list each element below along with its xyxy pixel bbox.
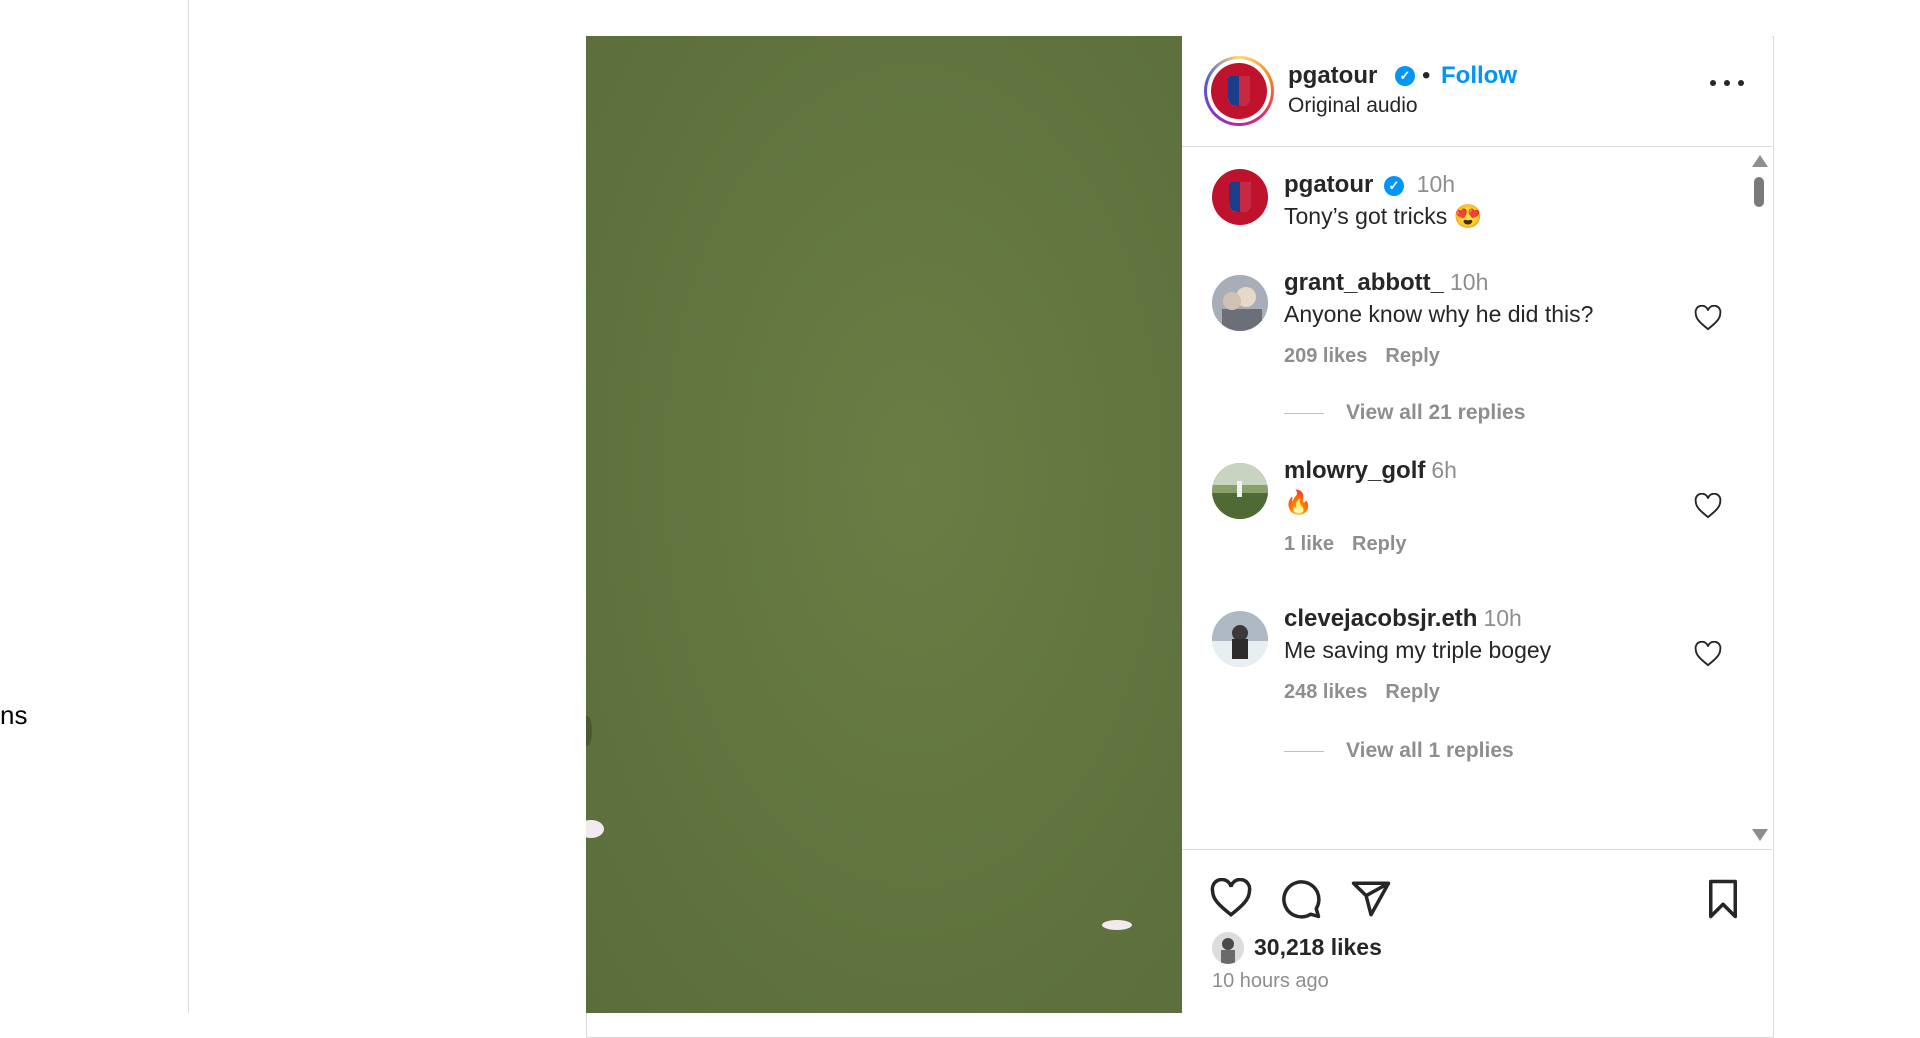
reply-button[interactable]: Reply: [1352, 533, 1406, 555]
replies-divider: [1284, 750, 1324, 752]
post-actions: 30,218 likes 10 hours ago: [1182, 850, 1772, 1013]
commenter-avatar[interactable]: [1212, 275, 1268, 331]
author-username[interactable]: pgatour: [1288, 62, 1377, 90]
separator-dot: •: [1422, 62, 1431, 89]
golf-ball-right: [1102, 920, 1132, 930]
heart-icon[interactable]: [1694, 305, 1722, 331]
comments-scrollbar[interactable]: [1750, 147, 1768, 849]
commenter-avatar[interactable]: [1212, 463, 1268, 519]
scroll-up-arrow-icon[interactable]: [1752, 155, 1768, 167]
comment-likes[interactable]: 248 likes: [1284, 681, 1367, 703]
view-replies-label: View all 21 replies: [1346, 401, 1526, 424]
commenter-username[interactable]: grant_abbott_: [1284, 269, 1444, 296]
comment-time[interactable]: 10h: [1450, 269, 1488, 295]
post-side-panel: pgatour ✓ • Follow Original audio pgatou…: [1182, 36, 1772, 1013]
post-timestamp[interactable]: 10 hours ago: [1212, 970, 1329, 993]
post-header: pgatour ✓ • Follow Original audio: [1182, 36, 1772, 147]
comment-likes[interactable]: 209 likes: [1284, 345, 1367, 367]
audio-label[interactable]: Original audio: [1288, 94, 1418, 118]
left-sidebar: ns: [0, 0, 189, 1013]
comment-time[interactable]: 10h: [1483, 605, 1521, 631]
commenter-username[interactable]: mlowry_golf: [1284, 457, 1425, 484]
caption-time[interactable]: 10h: [1417, 171, 1455, 197]
view-replies-button[interactable]: View all 21 replies: [1284, 401, 1525, 425]
verified-icon: ✓: [1384, 175, 1404, 196]
video-dark-edge: [586, 716, 592, 746]
replies-divider: [1284, 412, 1324, 414]
more-options-icon[interactable]: [1708, 68, 1748, 96]
follow-button[interactable]: Follow: [1441, 62, 1517, 90]
comment-item: grant_abbott_ 10h Anyone know why he did …: [1182, 237, 1752, 424]
heart-icon[interactable]: [1210, 878, 1252, 920]
sidebar-nav-item-fragment[interactable]: ns: [0, 700, 27, 731]
comment-item: clevejacobsjr.eth 10h Me saving my triple…: [1182, 581, 1752, 801]
scroll-down-arrow-icon[interactable]: [1752, 829, 1768, 841]
caption: pgatour ✓ 10h Tony’s got tricks 😍: [1182, 147, 1752, 237]
comments-list[interactable]: pgatour ✓ 10h Tony’s got tricks 😍 grant_…: [1182, 147, 1772, 850]
liker-avatar: [1212, 932, 1244, 964]
post-video[interactable]: [586, 36, 1182, 1013]
caption-text: Tony’s got tricks: [1284, 203, 1448, 229]
author-avatar[interactable]: [1204, 56, 1274, 126]
heart-icon[interactable]: [1694, 641, 1722, 667]
scrollbar-thumb[interactable]: [1754, 177, 1764, 207]
comment-text: Anyone know why he did this?: [1284, 301, 1594, 327]
comment-likes[interactable]: 1 like: [1284, 533, 1334, 555]
verified-icon: ✓: [1395, 66, 1415, 86]
caption-username[interactable]: pgatour: [1284, 171, 1373, 198]
golf-ball-left: [586, 820, 604, 838]
view-replies-label: View all 1 replies: [1346, 739, 1514, 762]
smiling-heart-eyes-emoji: 😍: [1453, 203, 1483, 229]
fire-emoji: 🔥: [1284, 489, 1313, 515]
comment-icon[interactable]: [1280, 878, 1322, 920]
reply-button[interactable]: Reply: [1385, 681, 1439, 703]
reply-button[interactable]: Reply: [1385, 345, 1439, 367]
view-replies-button[interactable]: View all 1 replies: [1284, 739, 1514, 763]
heart-icon[interactable]: [1694, 493, 1722, 519]
bookmark-icon[interactable]: [1702, 878, 1744, 920]
commenter-avatar[interactable]: [1212, 611, 1268, 667]
pga-tour-logo-icon: [1211, 63, 1267, 119]
caption-avatar[interactable]: [1212, 169, 1268, 225]
comment-item: mlowry_golf 6h 🔥 1 like Reply: [1182, 433, 1752, 583]
comment-text: Me saving my triple bogey: [1284, 637, 1552, 663]
commenter-username[interactable]: clevejacobsjr.eth: [1284, 605, 1477, 632]
share-icon[interactable]: [1350, 878, 1392, 920]
comment-time[interactable]: 6h: [1431, 457, 1457, 483]
likes-count[interactable]: 30,218 likes: [1254, 934, 1382, 961]
